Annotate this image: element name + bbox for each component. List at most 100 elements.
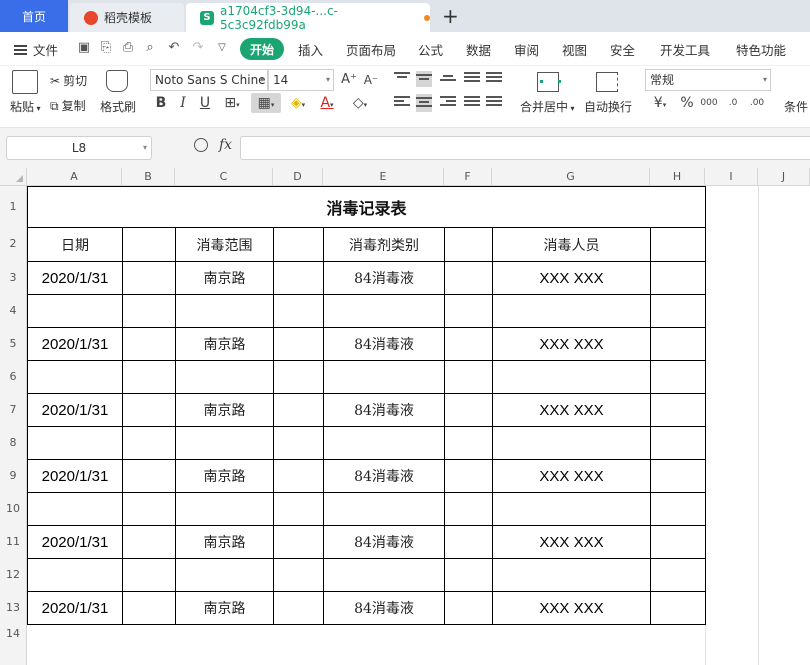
- cell-person[interactable]: XXX XXX: [492, 261, 651, 295]
- cell-person[interactable]: XXX XXX: [492, 525, 651, 559]
- header-col-h[interactable]: [650, 227, 706, 262]
- cell-empty[interactable]: [122, 426, 176, 460]
- cell-person[interactable]: XXX XXX: [492, 327, 651, 361]
- formula-input[interactable]: [240, 136, 810, 160]
- tab-document[interactable]: S a1704cf3-3d94-...c-5c3c92fdb99a: [186, 3, 430, 32]
- copy-button[interactable]: ⧉ 复制: [50, 97, 86, 114]
- cell-range[interactable]: 南京路: [175, 591, 274, 625]
- row-header-13[interactable]: 13: [0, 591, 27, 624]
- cell-range[interactable]: 南京路: [175, 393, 274, 427]
- name-box[interactable]: L8 ▾: [6, 136, 152, 160]
- cell-person[interactable]: XXX XXX: [492, 459, 651, 493]
- conditional-format-button[interactable]: 条件: [784, 98, 808, 115]
- menu-start[interactable]: 开始: [240, 38, 284, 60]
- menu-data[interactable]: 数据: [466, 40, 491, 59]
- cell-empty[interactable]: [444, 492, 493, 526]
- print-preview-icon[interactable]: ⌕: [142, 40, 158, 56]
- redo-icon[interactable]: ↷: [190, 40, 206, 56]
- cell-date[interactable]: 2020/1/31: [27, 261, 123, 295]
- cell-agent[interactable]: 84消毒液: [323, 393, 445, 427]
- header-date[interactable]: 日期: [27, 227, 123, 262]
- column-header-a[interactable]: A: [27, 168, 122, 186]
- paste-button[interactable]: 粘贴 ▾: [10, 98, 41, 115]
- row-header-8[interactable]: 8: [0, 426, 27, 459]
- cell-empty[interactable]: [650, 261, 706, 295]
- indent-increase-icon[interactable]: [486, 72, 502, 86]
- header-col-b[interactable]: [122, 227, 176, 262]
- header-person[interactable]: 消毒人员: [492, 227, 651, 262]
- menu-view[interactable]: 视图: [562, 40, 587, 59]
- cell-person[interactable]: [492, 360, 651, 394]
- cell-empty[interactable]: [122, 294, 176, 328]
- cell-empty[interactable]: [650, 492, 706, 526]
- cell-empty[interactable]: [650, 360, 706, 394]
- font-name-select[interactable]: Noto Sans S Chine ▾: [150, 69, 268, 91]
- cell-range[interactable]: [175, 294, 274, 328]
- cell-range[interactable]: 南京路: [175, 327, 274, 361]
- cell-agent[interactable]: [323, 360, 445, 394]
- row-header-4[interactable]: 4: [0, 294, 27, 327]
- cell-empty[interactable]: [122, 558, 176, 592]
- format-painter-button[interactable]: 格式刷: [100, 98, 136, 115]
- align-center-icon[interactable]: [416, 94, 432, 112]
- cell-empty[interactable]: [444, 426, 493, 460]
- cell-empty[interactable]: [273, 426, 324, 460]
- cell-range[interactable]: 南京路: [175, 261, 274, 295]
- new-tab-button[interactable]: +: [442, 4, 459, 28]
- cell-date[interactable]: 2020/1/31: [27, 327, 123, 361]
- increase-decimal-icon[interactable]: .0: [724, 93, 742, 113]
- align-left-icon[interactable]: [394, 96, 410, 110]
- cell-empty[interactable]: [273, 393, 324, 427]
- cell-date[interactable]: 2020/1/31: [27, 591, 123, 625]
- column-header-i[interactable]: I: [705, 168, 758, 186]
- cell-empty[interactable]: [122, 525, 176, 559]
- cell-empty[interactable]: [650, 591, 706, 625]
- cell-fill-border-icon[interactable]: ▦▾: [251, 93, 281, 113]
- zoom-search-icon[interactable]: [194, 138, 208, 152]
- cell-empty[interactable]: [273, 360, 324, 394]
- cell-empty[interactable]: [444, 261, 493, 295]
- cell-agent[interactable]: 84消毒液: [323, 525, 445, 559]
- header-range[interactable]: 消毒范围: [175, 227, 274, 262]
- cell-empty[interactable]: [650, 459, 706, 493]
- clear-format-icon[interactable]: ◇▾: [345, 93, 375, 113]
- cell-empty[interactable]: [444, 360, 493, 394]
- row-header-12[interactable]: 12: [0, 558, 27, 591]
- row-header-7[interactable]: 7: [0, 393, 27, 426]
- row-header-6[interactable]: 6: [0, 360, 27, 393]
- cell-person[interactable]: [492, 426, 651, 460]
- cell-empty[interactable]: [122, 393, 176, 427]
- table-title[interactable]: 消毒记录表: [27, 186, 706, 228]
- tab-home[interactable]: 首页: [0, 0, 68, 32]
- percent-icon[interactable]: %: [678, 93, 696, 113]
- cell-empty[interactable]: [650, 327, 706, 361]
- cell-empty[interactable]: [122, 591, 176, 625]
- row-header-1[interactable]: 1: [0, 186, 27, 227]
- justify-icon[interactable]: [464, 96, 480, 110]
- cell-empty[interactable]: [444, 525, 493, 559]
- save-icon[interactable]: ▣: [76, 40, 92, 56]
- cell-person[interactable]: [492, 492, 651, 526]
- cell-empty[interactable]: [650, 558, 706, 592]
- wrap-text-button[interactable]: 自动换行: [584, 98, 632, 115]
- header-col-d[interactable]: [273, 227, 324, 262]
- print-icon[interactable]: ⎙: [120, 40, 136, 56]
- cell-empty[interactable]: [122, 492, 176, 526]
- header-agent[interactable]: 消毒剂类别: [323, 227, 445, 262]
- distributed-icon[interactable]: [486, 96, 502, 110]
- cell-date[interactable]: [27, 426, 123, 460]
- cell-date[interactable]: [27, 360, 123, 394]
- cell-empty[interactable]: [273, 558, 324, 592]
- cell-empty[interactable]: [650, 426, 706, 460]
- column-header-e[interactable]: E: [323, 168, 444, 186]
- column-header-c[interactable]: C: [175, 168, 273, 186]
- cell-empty[interactable]: [444, 393, 493, 427]
- cell-agent[interactable]: [323, 294, 445, 328]
- cell-date[interactable]: [27, 492, 123, 526]
- menu-security[interactable]: 安全: [610, 40, 635, 59]
- cell-empty[interactable]: [122, 327, 176, 361]
- cell-person[interactable]: XXX XXX: [492, 393, 651, 427]
- cell-range[interactable]: [175, 360, 274, 394]
- cut-button[interactable]: ✂ 剪切: [50, 72, 87, 89]
- column-header-h[interactable]: H: [650, 168, 705, 186]
